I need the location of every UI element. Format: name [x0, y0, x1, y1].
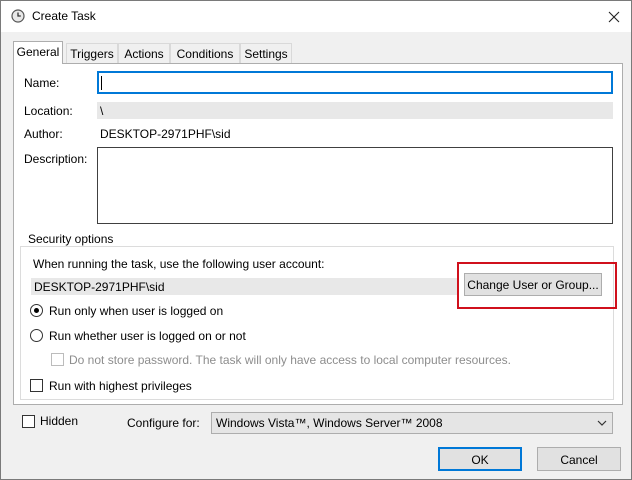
ok-button[interactable]: OK: [438, 447, 522, 471]
general-panel: Name: Location: \ Author: DESKTOP-2971PH…: [13, 63, 623, 405]
close-button[interactable]: [601, 5, 627, 29]
description-textarea[interactable]: [97, 147, 613, 224]
security-options-title: Security options: [25, 232, 117, 246]
name-label: Name:: [24, 76, 60, 90]
create-task-dialog: Create Task General Triggers Actions Con…: [0, 0, 632, 480]
hidden-checkbox[interactable]: [22, 415, 35, 428]
configure-for-select[interactable]: Windows Vista™, Windows Server™ 2008: [211, 412, 613, 434]
user-account-field: DESKTOP-2971PHF\sid: [31, 278, 459, 295]
clock-icon: [11, 9, 25, 23]
no-store-password-label: Do not store password. The task will onl…: [69, 353, 511, 367]
location-value: \: [97, 102, 613, 119]
description-label: Description:: [24, 152, 88, 166]
window-title: Create Task: [32, 9, 96, 23]
title-bar[interactable]: Create Task: [1, 1, 631, 32]
close-icon: [608, 11, 620, 23]
hidden-label[interactable]: Hidden: [40, 414, 78, 428]
tab-triggers[interactable]: Triggers: [66, 43, 118, 63]
highest-privileges-checkbox[interactable]: [30, 379, 43, 392]
run-logged-on-label[interactable]: Run only when user is logged on: [49, 304, 223, 318]
tab-settings[interactable]: Settings: [240, 43, 292, 63]
name-input[interactable]: [97, 71, 613, 94]
account-prompt: When running the task, use the following…: [33, 257, 325, 271]
text-caret: [101, 76, 102, 90]
highest-privileges-label[interactable]: Run with highest privileges: [49, 379, 192, 393]
no-store-password-checkbox[interactable]: [51, 353, 64, 366]
tab-actions[interactable]: Actions: [118, 43, 170, 63]
run-whether-label[interactable]: Run whether user is logged on or not: [49, 329, 246, 343]
cancel-button[interactable]: Cancel: [537, 447, 621, 471]
author-label: Author:: [24, 127, 63, 141]
tab-general[interactable]: General: [13, 41, 63, 64]
tab-conditions[interactable]: Conditions: [170, 43, 240, 63]
location-label: Location:: [24, 104, 73, 118]
run-whether-radio[interactable]: [30, 329, 43, 342]
run-logged-on-radio[interactable]: [30, 304, 43, 317]
configure-for-label: Configure for:: [127, 416, 200, 430]
radio-selected-dot: [34, 308, 39, 313]
change-user-button[interactable]: Change User or Group...: [464, 273, 602, 296]
configure-for-value: Windows Vista™, Windows Server™ 2008: [216, 416, 443, 430]
author-value: DESKTOP-2971PHF\sid: [100, 127, 231, 141]
chevron-down-icon: [597, 420, 607, 426]
